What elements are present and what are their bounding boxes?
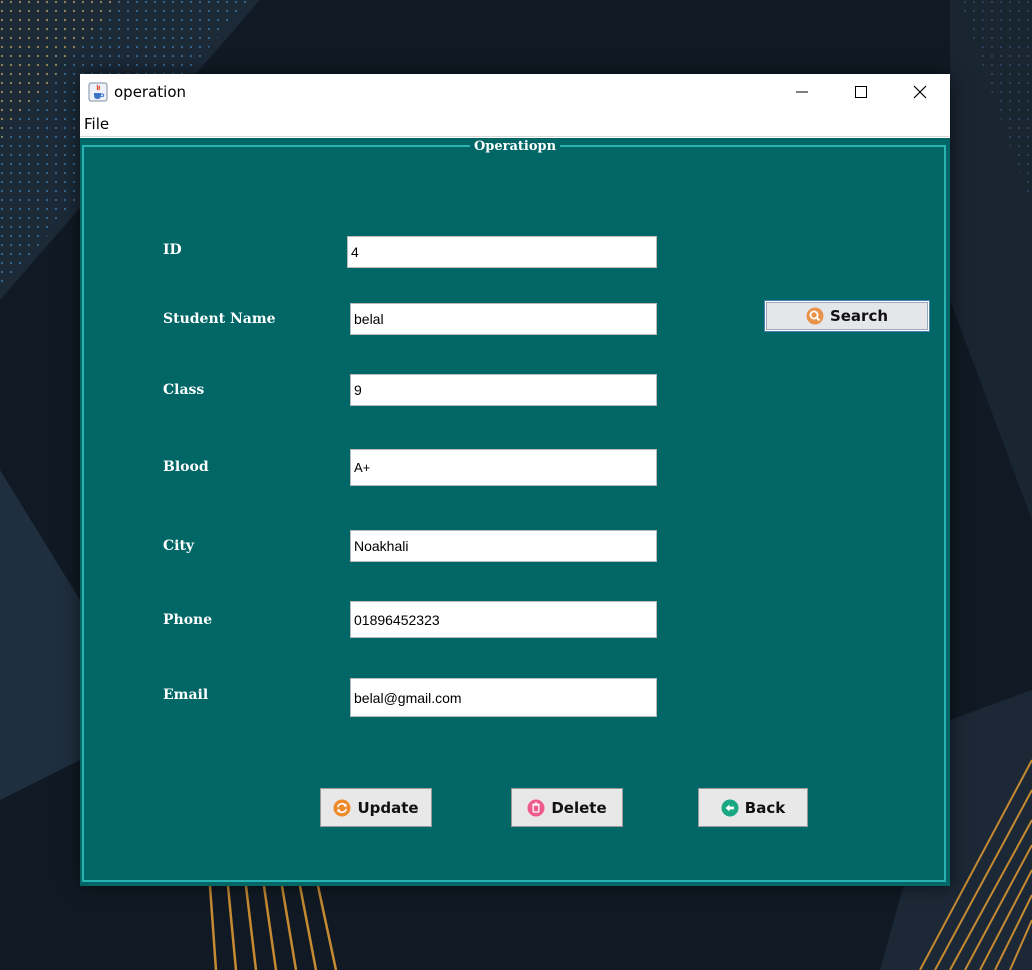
phone-label: Phone	[163, 612, 213, 628]
class-field[interactable]	[350, 374, 657, 406]
close-icon	[913, 85, 927, 99]
id-field[interactable]	[347, 236, 657, 268]
trash-icon	[527, 799, 545, 817]
maximize-icon	[855, 86, 867, 98]
phone-field[interactable]	[350, 601, 657, 638]
update-button-label: Update	[357, 798, 419, 817]
panel-title-text: Operatiopn	[469, 139, 561, 154]
blood-field[interactable]	[350, 449, 657, 486]
refresh-icon	[333, 799, 351, 817]
close-button[interactable]	[891, 74, 949, 110]
back-button-label: Back	[744, 798, 786, 817]
arrow-left-icon	[721, 799, 739, 817]
menu-bar: File	[80, 110, 950, 137]
minimize-button[interactable]	[773, 74, 831, 110]
maximize-button[interactable]	[832, 74, 890, 110]
search-button[interactable]: Search	[764, 300, 930, 332]
email-label: Email	[163, 687, 209, 703]
class-label: Class	[163, 382, 205, 398]
title-bar[interactable]: operation	[80, 74, 950, 110]
search-icon	[806, 307, 824, 325]
application-window: operation File Operatiopn ID 4 Search St…	[80, 74, 950, 886]
delete-button-label: Delete	[551, 798, 607, 817]
menu-file[interactable]: File	[84, 115, 109, 133]
minimize-icon	[796, 91, 808, 93]
id-label: ID	[163, 242, 182, 258]
java-cup-icon	[88, 82, 108, 102]
window-title: operation	[114, 83, 187, 101]
student-name-field[interactable]	[350, 303, 657, 335]
city-label: City	[163, 538, 195, 554]
back-button[interactable]: Back	[698, 788, 808, 827]
blood-label: Blood	[163, 459, 209, 475]
update-button[interactable]: Update	[320, 788, 432, 827]
panel-title: Operatiopn	[80, 139, 950, 154]
delete-button[interactable]: Delete	[511, 788, 623, 827]
search-button-label: Search	[829, 307, 889, 325]
email-field[interactable]	[350, 678, 657, 717]
operation-panel: Operatiopn ID Search Student Name Class …	[80, 138, 950, 886]
city-field[interactable]	[350, 530, 657, 562]
student-name-label: Student Name	[163, 311, 276, 327]
